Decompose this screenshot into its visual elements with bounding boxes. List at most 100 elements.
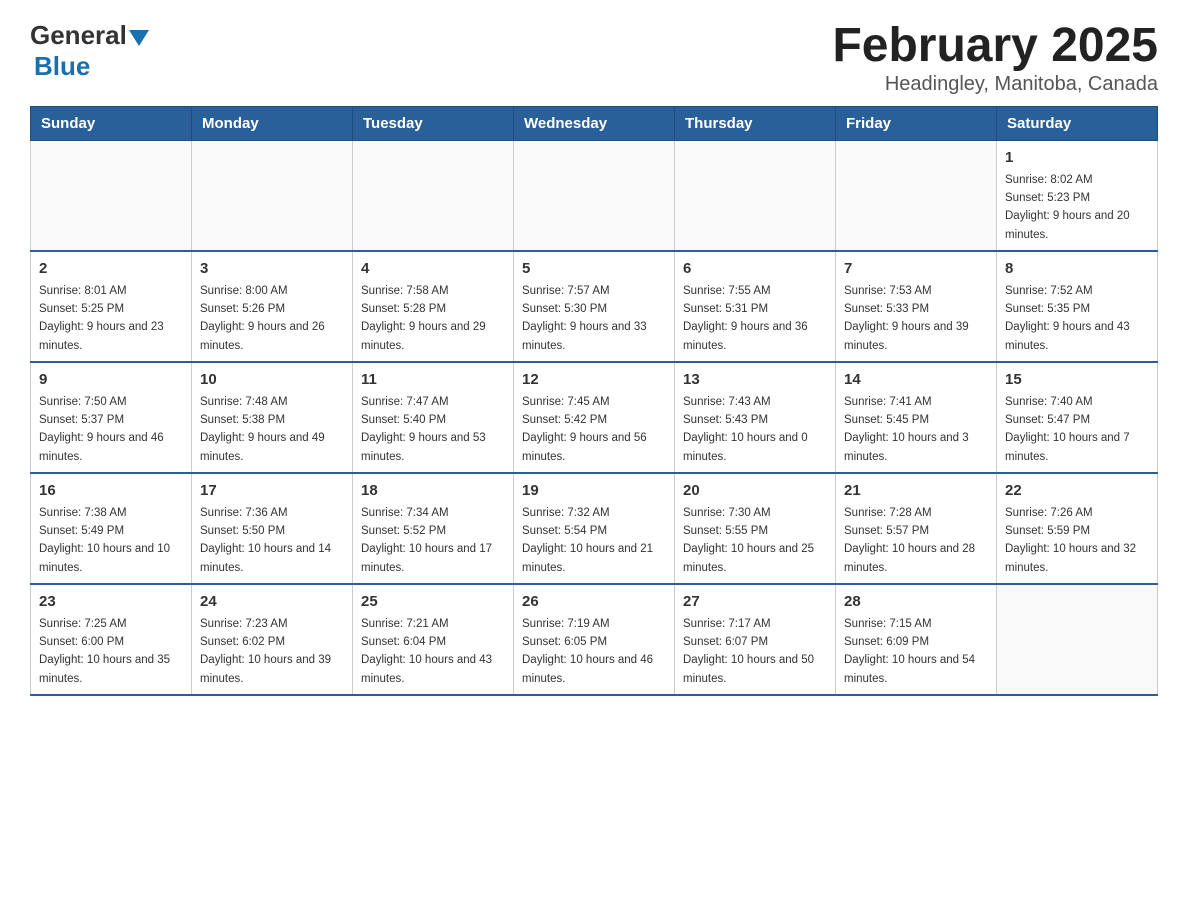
day-number: 27: [683, 591, 827, 612]
day-number: 18: [361, 480, 505, 501]
day-number: 9: [39, 369, 183, 390]
weekday-header-wednesday: Wednesday: [514, 106, 675, 140]
day-info: Sunrise: 7:34 AM Sunset: 5:52 PM Dayligh…: [361, 507, 492, 574]
day-number: 11: [361, 369, 505, 390]
calendar-week-row: 16 Sunrise: 7:38 AM Sunset: 5:49 PM Dayli…: [31, 473, 1158, 584]
day-info: Sunrise: 7:28 AM Sunset: 5:57 PM Dayligh…: [844, 507, 975, 574]
day-info: Sunrise: 7:43 AM Sunset: 5:43 PM Dayligh…: [683, 396, 808, 463]
calendar-cell: 28 Sunrise: 7:15 AM Sunset: 6:09 PM Dayli…: [836, 584, 997, 695]
logo-triangle-icon: [129, 30, 149, 46]
page-header: General Blue February 2025 Headingley, M…: [30, 20, 1158, 96]
calendar-cell: 12 Sunrise: 7:45 AM Sunset: 5:42 PM Dayli…: [514, 362, 675, 473]
day-info: Sunrise: 7:57 AM Sunset: 5:30 PM Dayligh…: [522, 285, 647, 352]
calendar-cell: 24Sunrise: 7:23 AM Sunset: 6:02 PM Dayli…: [192, 584, 353, 695]
weekday-header-tuesday: Tuesday: [353, 106, 514, 140]
weekday-header-thursday: Thursday: [675, 106, 836, 140]
day-number: 1: [1005, 147, 1149, 168]
calendar-cell: 17Sunrise: 7:36 AM Sunset: 5:50 PM Dayli…: [192, 473, 353, 584]
calendar-cell: 25 Sunrise: 7:21 AM Sunset: 6:04 PM Dayli…: [353, 584, 514, 695]
day-info: Sunrise: 8:00 AM Sunset: 5:26 PM Dayligh…: [200, 285, 325, 352]
weekday-header-row: SundayMondayTuesdayWednesdayThursdayFrid…: [31, 106, 1158, 140]
calendar-cell: 7 Sunrise: 7:53 AM Sunset: 5:33 PM Daylig…: [836, 251, 997, 362]
weekday-header-friday: Friday: [836, 106, 997, 140]
calendar-cell: [836, 140, 997, 251]
day-info: Sunrise: 7:30 AM Sunset: 5:55 PM Dayligh…: [683, 507, 814, 574]
day-number: 13: [683, 369, 827, 390]
calendar-cell: 18 Sunrise: 7:34 AM Sunset: 5:52 PM Dayli…: [353, 473, 514, 584]
day-number: 12: [522, 369, 666, 390]
calendar-cell: [514, 140, 675, 251]
day-info: Sunrise: 7:32 AM Sunset: 5:54 PM Dayligh…: [522, 507, 653, 574]
calendar-cell: 26 Sunrise: 7:19 AM Sunset: 6:05 PM Dayli…: [514, 584, 675, 695]
logo-general-text: General: [30, 20, 127, 51]
calendar-cell: 2 Sunrise: 8:01 AM Sunset: 5:25 PM Daylig…: [31, 251, 192, 362]
day-number: 21: [844, 480, 988, 501]
day-number: 20: [683, 480, 827, 501]
calendar-week-row: 1 Sunrise: 8:02 AM Sunset: 5:23 PM Daylig…: [31, 140, 1158, 251]
calendar-cell: [31, 140, 192, 251]
calendar-cell: [675, 140, 836, 251]
day-number: 28: [844, 591, 988, 612]
calendar-cell: 13 Sunrise: 7:43 AM Sunset: 5:43 PM Dayli…: [675, 362, 836, 473]
day-number: 15: [1005, 369, 1149, 390]
day-number: 10: [200, 369, 344, 390]
calendar-cell: 5 Sunrise: 7:57 AM Sunset: 5:30 PM Daylig…: [514, 251, 675, 362]
calendar-cell: 15Sunrise: 7:40 AM Sunset: 5:47 PM Dayli…: [997, 362, 1158, 473]
calendar-table: SundayMondayTuesdayWednesdayThursdayFrid…: [30, 106, 1158, 696]
logo: General Blue: [30, 20, 149, 82]
page-title: February 2025: [832, 20, 1158, 73]
calendar-cell: 16 Sunrise: 7:38 AM Sunset: 5:49 PM Dayli…: [31, 473, 192, 584]
day-number: 4: [361, 258, 505, 279]
day-info: Sunrise: 7:52 AM Sunset: 5:35 PM Dayligh…: [1005, 285, 1130, 352]
day-info: Sunrise: 7:41 AM Sunset: 5:45 PM Dayligh…: [844, 396, 969, 463]
day-info: Sunrise: 8:01 AM Sunset: 5:25 PM Dayligh…: [39, 285, 164, 352]
day-info: Sunrise: 7:55 AM Sunset: 5:31 PM Dayligh…: [683, 285, 808, 352]
day-number: 19: [522, 480, 666, 501]
calendar-cell: 4 Sunrise: 7:58 AM Sunset: 5:28 PM Daylig…: [353, 251, 514, 362]
weekday-header-saturday: Saturday: [997, 106, 1158, 140]
day-number: 26: [522, 591, 666, 612]
calendar-cell: 23Sunrise: 7:25 AM Sunset: 6:00 PM Dayli…: [31, 584, 192, 695]
day-info: Sunrise: 7:47 AM Sunset: 5:40 PM Dayligh…: [361, 396, 486, 463]
day-info: Sunrise: 7:26 AM Sunset: 5:59 PM Dayligh…: [1005, 507, 1136, 574]
day-number: 6: [683, 258, 827, 279]
calendar-cell: 8 Sunrise: 7:52 AM Sunset: 5:35 PM Daylig…: [997, 251, 1158, 362]
calendar-cell: 27 Sunrise: 7:17 AM Sunset: 6:07 PM Dayli…: [675, 584, 836, 695]
title-block: February 2025 Headingley, Manitoba, Cana…: [832, 20, 1158, 96]
day-number: 2: [39, 258, 183, 279]
day-info: Sunrise: 8:02 AM Sunset: 5:23 PM Dayligh…: [1005, 174, 1130, 241]
day-number: 5: [522, 258, 666, 279]
day-info: Sunrise: 7:25 AM Sunset: 6:00 PM Dayligh…: [39, 618, 170, 685]
day-number: 25: [361, 591, 505, 612]
day-info: Sunrise: 7:38 AM Sunset: 5:49 PM Dayligh…: [39, 507, 170, 574]
day-info: Sunrise: 7:21 AM Sunset: 6:04 PM Dayligh…: [361, 618, 492, 685]
day-info: Sunrise: 7:15 AM Sunset: 6:09 PM Dayligh…: [844, 618, 975, 685]
calendar-header: SundayMondayTuesdayWednesdayThursdayFrid…: [31, 106, 1158, 140]
day-info: Sunrise: 7:17 AM Sunset: 6:07 PM Dayligh…: [683, 618, 814, 685]
calendar-cell: 3 Sunrise: 8:00 AM Sunset: 5:26 PM Daylig…: [192, 251, 353, 362]
calendar-cell: [353, 140, 514, 251]
day-info: Sunrise: 7:53 AM Sunset: 5:33 PM Dayligh…: [844, 285, 969, 352]
day-number: 3: [200, 258, 344, 279]
day-number: 8: [1005, 258, 1149, 279]
day-info: Sunrise: 7:58 AM Sunset: 5:28 PM Dayligh…: [361, 285, 486, 352]
logo-blue-text: Blue: [34, 51, 90, 81]
calendar-cell: 6 Sunrise: 7:55 AM Sunset: 5:31 PM Daylig…: [675, 251, 836, 362]
calendar-cell: 10Sunrise: 7:48 AM Sunset: 5:38 PM Dayli…: [192, 362, 353, 473]
calendar-cell: [192, 140, 353, 251]
calendar-body: 1 Sunrise: 8:02 AM Sunset: 5:23 PM Daylig…: [31, 140, 1158, 695]
day-number: 16: [39, 480, 183, 501]
day-info: Sunrise: 7:19 AM Sunset: 6:05 PM Dayligh…: [522, 618, 653, 685]
calendar-week-row: 2 Sunrise: 8:01 AM Sunset: 5:25 PM Daylig…: [31, 251, 1158, 362]
day-number: 14: [844, 369, 988, 390]
calendar-cell: 11 Sunrise: 7:47 AM Sunset: 5:40 PM Dayli…: [353, 362, 514, 473]
calendar-cell: 21 Sunrise: 7:28 AM Sunset: 5:57 PM Dayli…: [836, 473, 997, 584]
calendar-cell: 19 Sunrise: 7:32 AM Sunset: 5:54 PM Dayli…: [514, 473, 675, 584]
day-info: Sunrise: 7:45 AM Sunset: 5:42 PM Dayligh…: [522, 396, 647, 463]
day-info: Sunrise: 7:23 AM Sunset: 6:02 PM Dayligh…: [200, 618, 331, 685]
day-number: 7: [844, 258, 988, 279]
day-number: 17: [200, 480, 344, 501]
day-info: Sunrise: 7:50 AM Sunset: 5:37 PM Dayligh…: [39, 396, 164, 463]
day-number: 22: [1005, 480, 1149, 501]
calendar-cell: 9 Sunrise: 7:50 AM Sunset: 5:37 PM Daylig…: [31, 362, 192, 473]
